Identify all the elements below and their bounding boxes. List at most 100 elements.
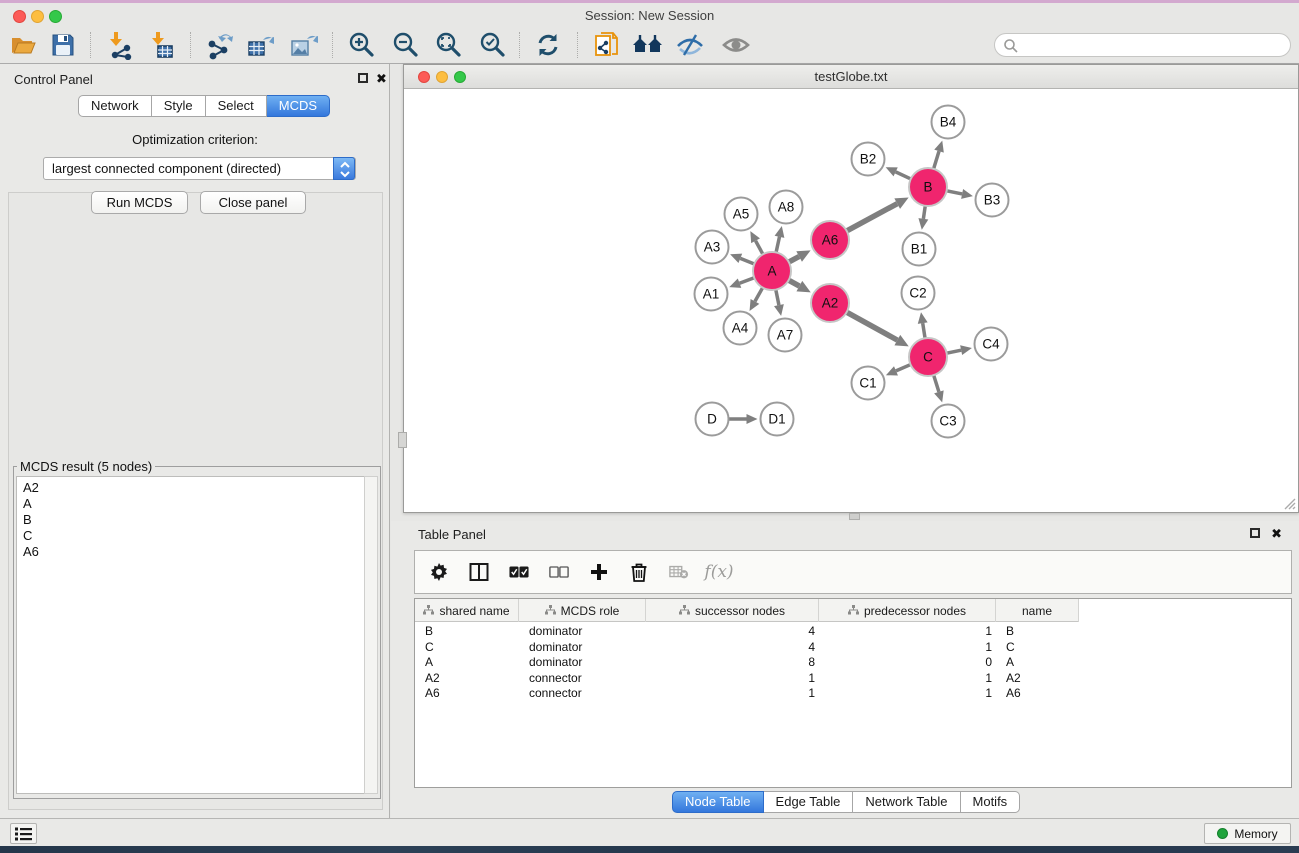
node-A4[interactable]: A4	[724, 312, 757, 345]
cell-successor-nodes[interactable]: 8	[646, 654, 819, 670]
cell-name[interactable]: B	[996, 623, 1079, 639]
cell-predecessor-nodes[interactable]: 0	[819, 654, 996, 670]
tab-motifs[interactable]: Motifs	[961, 791, 1021, 813]
node-A5[interactable]: A5	[725, 198, 758, 231]
cell-shared-name[interactable]: A2	[415, 670, 519, 686]
cell-successor-nodes[interactable]: 1	[646, 670, 819, 686]
node-A8[interactable]: A8	[770, 191, 803, 224]
cell-successor-nodes[interactable]: 1	[646, 685, 819, 701]
result-item[interactable]: B	[23, 512, 365, 528]
delete-column-icon[interactable]	[629, 561, 649, 583]
table-row[interactable]: Bdominator41B	[415, 623, 1079, 639]
import-network-icon[interactable]	[103, 30, 137, 60]
node-C4[interactable]: C4	[975, 328, 1008, 361]
optimization-criterion-dropdown[interactable]: largest connected component (directed)	[43, 157, 356, 180]
edge-A-A1[interactable]	[729, 278, 754, 288]
result-item[interactable]: A	[23, 496, 365, 512]
show-all-icon[interactable]	[719, 30, 753, 60]
zoom-fit-icon[interactable]	[431, 30, 465, 60]
float-panel-icon[interactable]	[1250, 528, 1260, 538]
tab-node-table[interactable]: Node Table	[672, 791, 764, 813]
node-B2[interactable]: B2	[852, 143, 885, 176]
node-B3[interactable]: B3	[976, 184, 1009, 217]
cell-predecessor-nodes[interactable]: 1	[819, 639, 996, 655]
refresh-layout-icon[interactable]	[531, 30, 565, 60]
network-graph[interactable]: B4B2BB3B1A5A8A6A3AA1C2A4A7A2CC4C1C3DD1	[405, 90, 1298, 512]
table-row[interactable]: Adominator80A	[415, 654, 1079, 670]
node-A6[interactable]: A6	[811, 221, 849, 259]
node-A3[interactable]: A3	[696, 231, 729, 264]
delete-table-icon[interactable]	[669, 561, 689, 583]
result-list-scrollbar[interactable]	[364, 476, 378, 794]
select-all-rows-icon[interactable]	[509, 561, 529, 583]
edge-C-C1[interactable]	[886, 365, 911, 376]
zoom-in-icon[interactable]	[344, 30, 378, 60]
result-item[interactable]: C	[23, 528, 365, 544]
tab-mcds[interactable]: MCDS	[267, 95, 330, 117]
run-mcds-button[interactable]: Run MCDS	[91, 191, 188, 214]
table-row[interactable]: Cdominator41C	[415, 639, 1079, 655]
function-builder-icon[interactable]: f(x)	[709, 561, 729, 583]
tab-select[interactable]: Select	[206, 95, 267, 117]
cell-MCDS-role[interactable]: dominator	[519, 639, 646, 655]
memory-button[interactable]: Memory	[1204, 823, 1291, 844]
node-C[interactable]: C	[909, 338, 947, 376]
node-D[interactable]: D	[696, 403, 729, 436]
export-image-icon[interactable]	[287, 30, 321, 60]
export-table-icon[interactable]	[244, 30, 278, 60]
column-header-predecessor-nodes[interactable]: predecessor nodes	[819, 599, 996, 622]
save-session-icon[interactable]	[46, 30, 80, 60]
result-item[interactable]: A6	[23, 544, 365, 560]
edge-A-A8[interactable]	[775, 226, 785, 252]
node-C3[interactable]: C3	[932, 405, 965, 438]
node-C1[interactable]: C1	[852, 367, 885, 400]
hide-selected-icon[interactable]	[673, 30, 707, 60]
first-neighbors-icon[interactable]	[631, 30, 665, 60]
cell-name[interactable]: C	[996, 639, 1079, 655]
edge-A2-C[interactable]	[847, 312, 909, 346]
cell-MCDS-role[interactable]: dominator	[519, 654, 646, 670]
edge-C-C4[interactable]	[947, 345, 972, 355]
vertical-scrollbar-thumb[interactable]	[398, 432, 407, 448]
edge-C-C3[interactable]	[934, 375, 944, 402]
node-D1[interactable]: D1	[761, 403, 794, 436]
edge-A-A3[interactable]	[730, 254, 754, 264]
column-browser-icon[interactable]	[469, 561, 489, 583]
edge-A-A5[interactable]	[750, 231, 763, 254]
new-network-from-selection-icon[interactable]	[590, 30, 624, 60]
node-B1[interactable]: B1	[903, 233, 936, 266]
node-A7[interactable]: A7	[769, 319, 802, 352]
cell-successor-nodes[interactable]: 4	[646, 623, 819, 639]
edge-A-A6[interactable]	[789, 250, 811, 262]
mcds-result-list[interactable]: A2ABCA6	[16, 476, 366, 794]
cell-MCDS-role[interactable]: dominator	[519, 623, 646, 639]
network-window-titlebar[interactable]: testGlobe.txt	[404, 65, 1298, 89]
zoom-out-icon[interactable]	[388, 30, 422, 60]
cell-predecessor-nodes[interactable]: 1	[819, 685, 996, 701]
edge-A-A7[interactable]	[774, 290, 784, 316]
node-A2[interactable]: A2	[811, 284, 849, 322]
window-resize-grip[interactable]	[1282, 496, 1296, 510]
tab-style[interactable]: Style	[152, 95, 206, 117]
cell-predecessor-nodes[interactable]: 1	[819, 670, 996, 686]
cell-predecessor-nodes[interactable]: 1	[819, 623, 996, 639]
cell-MCDS-role[interactable]: connector	[519, 670, 646, 686]
add-column-icon[interactable]	[589, 561, 609, 583]
edge-B-B2[interactable]	[886, 167, 911, 179]
close-panel-button[interactable]: Close panel	[200, 191, 306, 214]
tab-edge-table[interactable]: Edge Table	[764, 791, 854, 813]
tab-network-table[interactable]: Network Table	[853, 791, 960, 813]
column-header-shared-name[interactable]: shared name	[415, 599, 519, 622]
edge-B-B1[interactable]	[918, 206, 928, 230]
horizontal-scrollbar-thumb[interactable]	[849, 513, 860, 520]
tab-network[interactable]: Network	[78, 95, 152, 117]
node-B4[interactable]: B4	[932, 106, 965, 139]
task-history-button[interactable]	[10, 823, 37, 844]
zoom-selected-icon[interactable]	[475, 30, 509, 60]
column-header-MCDS-role[interactable]: MCDS role	[519, 599, 646, 622]
float-panel-icon[interactable]	[358, 73, 368, 83]
table-row[interactable]: A2connector11A2	[415, 670, 1079, 686]
open-file-icon[interactable]	[6, 30, 40, 60]
export-network-icon[interactable]	[202, 30, 236, 60]
cell-shared-name[interactable]: A6	[415, 685, 519, 701]
